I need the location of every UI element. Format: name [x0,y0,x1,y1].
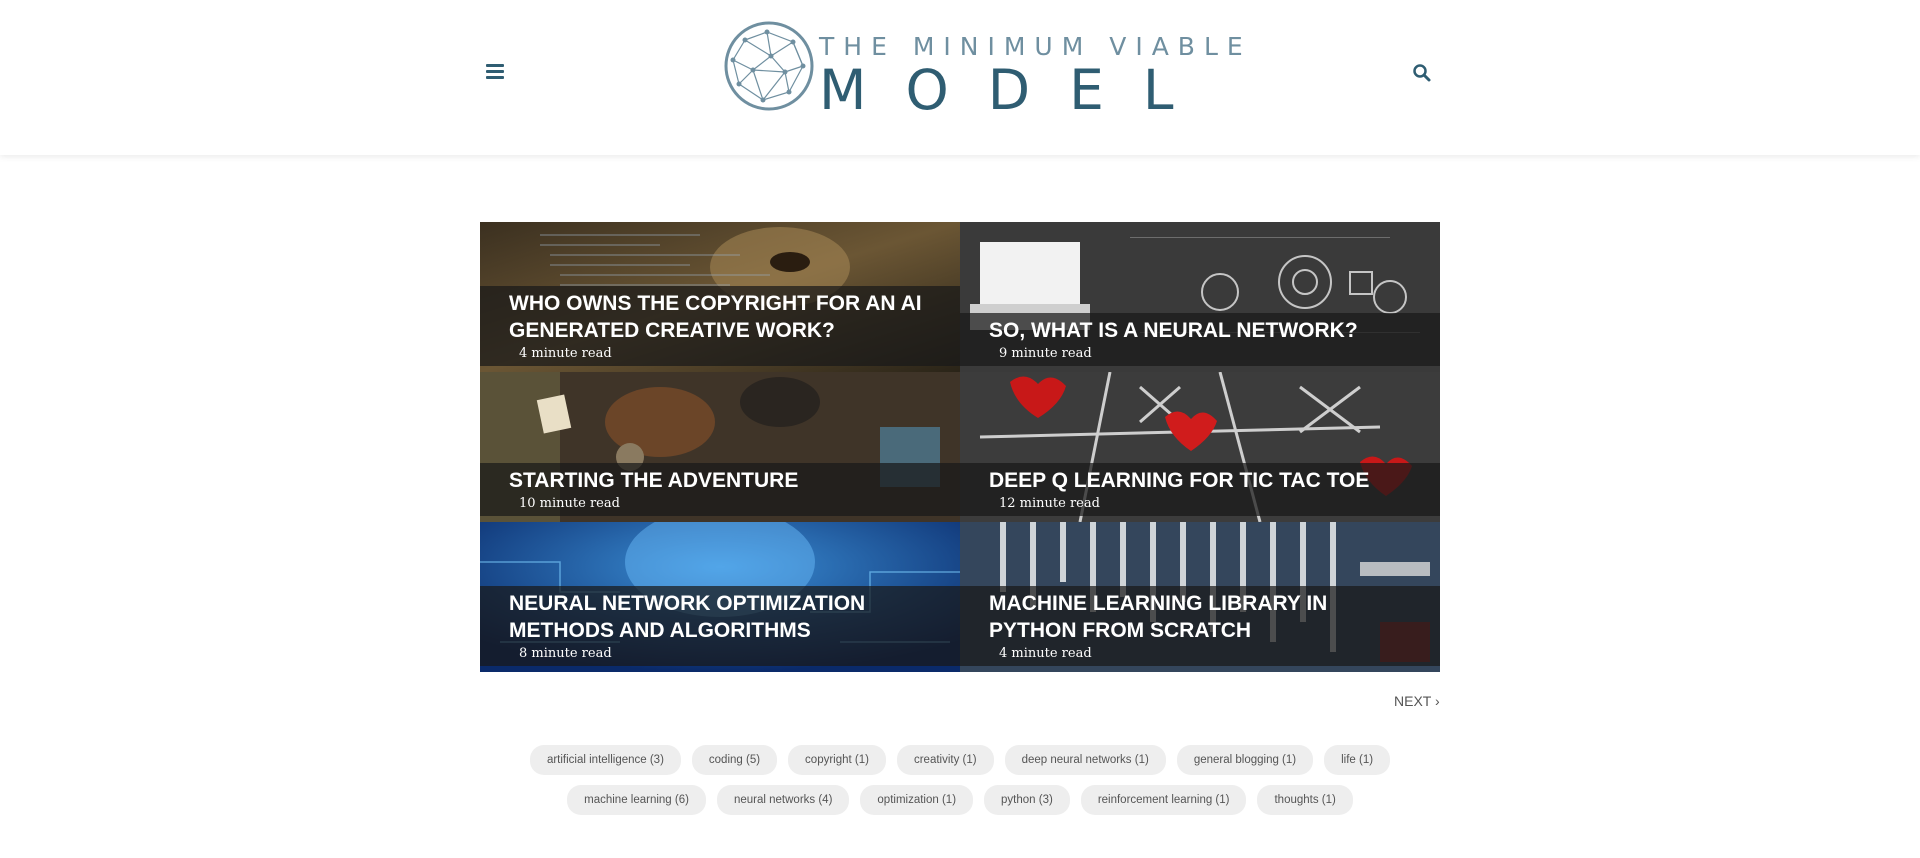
post-card[interactable]: WHO OWNS THE COPYRIGHT FOR AN AI GENERAT… [480,222,960,372]
post-title[interactable]: WHO OWNS THE COPYRIGHT FOR AN AI GENERAT… [509,290,940,344]
post-title[interactable]: MACHINE LEARNING LIBRARY IN PYTHON FROM … [989,590,1420,644]
read-time: 8 minute read [519,646,612,661]
tag-pill[interactable]: general blogging (1) [1176,745,1314,775]
search-icon[interactable] [1412,63,1432,83]
tag-pill[interactable]: artificial intelligence (3) [529,745,681,775]
post-card[interactable]: STARTING THE ADVENTURE 10 minute read [480,372,960,522]
post-card[interactable]: SO, WHAT IS A NEURAL NETWORK? 9 minute r… [960,222,1440,372]
post-title[interactable]: DEEP Q LEARNING FOR TIC TAC TOE [989,467,1420,494]
post-card[interactable]: MACHINE LEARNING LIBRARY IN PYTHON FROM … [960,522,1440,672]
post-title[interactable]: NEURAL NETWORK OPTIMIZATION METHODS AND … [509,590,940,644]
read-time: 4 minute read [999,646,1092,661]
tag-pill[interactable]: thoughts (1) [1257,785,1353,815]
read-time: 4 minute read [519,346,612,361]
logo-title: MODEL [819,58,1213,122]
tag-pill[interactable]: deep neural networks (1) [1004,745,1166,775]
tag-pill[interactable]: life (1) [1324,745,1391,775]
post-card[interactable]: NEURAL NETWORK OPTIMIZATION METHODS AND … [480,522,960,672]
post-grid: WHO OWNS THE COPYRIGHT FOR AN AI GENERAT… [480,222,1440,672]
logo-tagline: THE MINIMUM VIABLE [819,32,1252,61]
read-time: 12 minute read [999,496,1100,511]
tag-pill[interactable]: optimization (1) [860,785,974,815]
tag-pill[interactable]: creativity (1) [896,745,994,775]
tag-pill[interactable]: python (3) [984,785,1070,815]
tag-pill[interactable]: copyright (1) [788,745,886,775]
read-time: 9 minute read [999,346,1092,361]
read-time: 10 minute read [519,496,620,511]
tag-pill[interactable]: coding (5) [691,745,778,775]
tag-pill[interactable]: reinforcement learning (1) [1080,785,1247,815]
tag-pill[interactable]: neural networks (4) [716,785,850,815]
post-title[interactable]: STARTING THE ADVENTURE [509,467,940,494]
network-globe-icon [724,21,814,111]
site-logo[interactable]: THE MINIMUM VIABLE MODEL [723,20,1243,120]
hamburger-menu-icon[interactable] [486,64,504,80]
site-header: THE MINIMUM VIABLE MODEL [0,0,1920,155]
post-title[interactable]: SO, WHAT IS A NEURAL NETWORK? [989,317,1420,344]
tag-pill[interactable]: machine learning (6) [567,785,706,815]
post-card[interactable]: DEEP Q LEARNING FOR TIC TAC TOE 12 minut… [960,372,1440,522]
next-page-link[interactable]: NEXT › [1394,693,1440,709]
tag-cloud-row-2: machine learning (6) neural networks (4)… [0,785,1920,815]
tag-cloud-row-1: artificial intelligence (3) coding (5) c… [0,745,1920,775]
